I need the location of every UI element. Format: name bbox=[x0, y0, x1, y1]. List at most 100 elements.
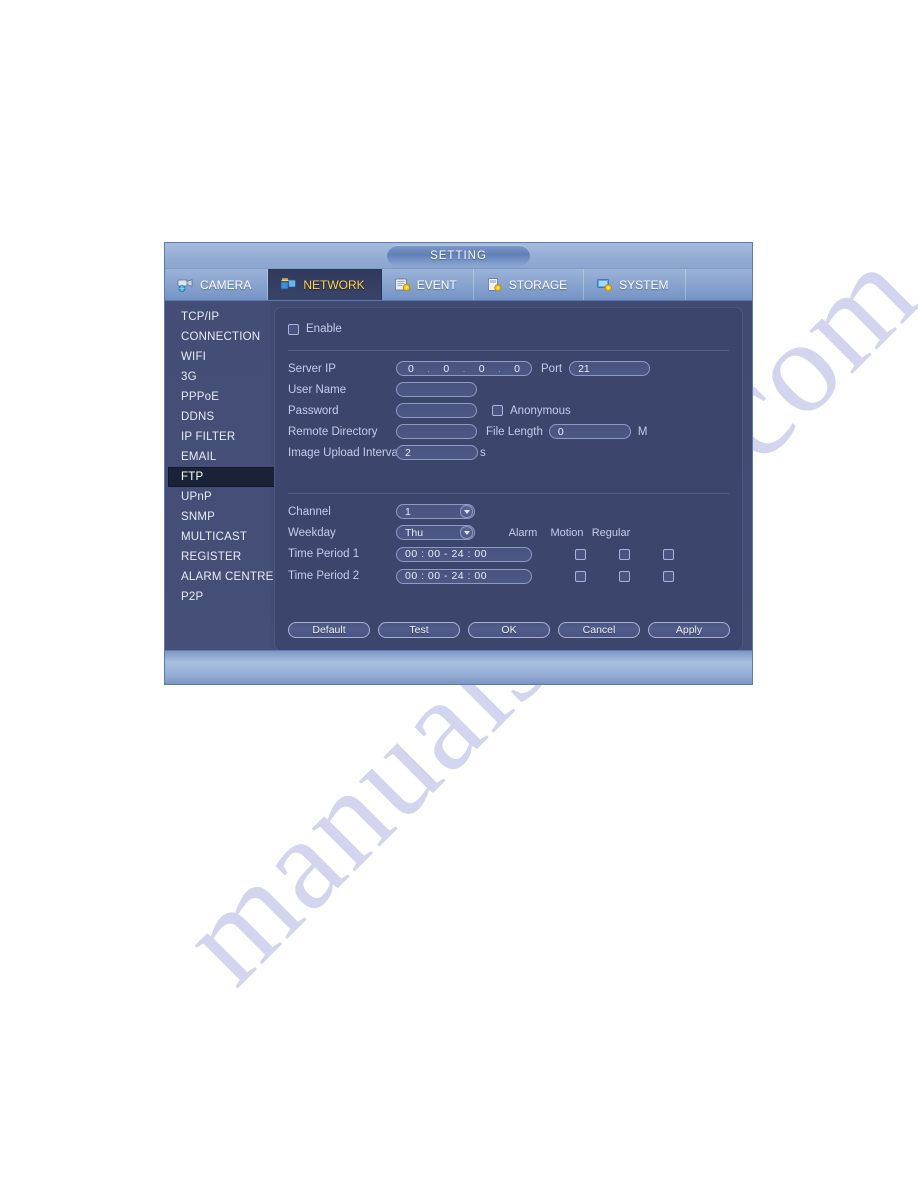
time-period-2-row: Time Period 2 00 : 00 - 24 : 00 bbox=[288, 565, 729, 587]
password-input[interactable] bbox=[396, 403, 477, 418]
sidebar-item-connection[interactable]: CONNECTION bbox=[165, 327, 271, 347]
column-header-alarm: Alarm bbox=[508, 526, 538, 539]
sidebar-item-ftp[interactable]: FTP bbox=[168, 467, 281, 487]
channel-select-value: 1 bbox=[405, 505, 411, 518]
sidebar-item-p2p[interactable]: P2P bbox=[165, 587, 271, 607]
setting-dialog: SETTING CAMERA NETWORK EVENT STORAGE SYS… bbox=[165, 243, 752, 684]
divider-middle bbox=[288, 493, 729, 494]
anonymous-label: Anonymous bbox=[510, 404, 571, 417]
time-period-1-motion-checkbox[interactable] bbox=[618, 548, 630, 560]
tab-storage[interactable]: STORAGE bbox=[474, 269, 585, 300]
tab-system-label: SYSTEM bbox=[619, 277, 669, 292]
time-period-2-alarm-checkbox[interactable] bbox=[574, 570, 586, 582]
server-ip-octet-3: 0 bbox=[478, 362, 485, 375]
time-period-1-label: Time Period 1 bbox=[288, 548, 360, 560]
ok-button[interactable]: OK bbox=[468, 622, 550, 638]
user-name-row: User Name bbox=[288, 379, 729, 400]
remote-directory-label: Remote Directory bbox=[288, 425, 378, 438]
anonymous-checkbox[interactable] bbox=[492, 405, 503, 416]
divider-top bbox=[288, 350, 729, 351]
dialog-titlebar: SETTING bbox=[165, 243, 752, 269]
sidebar-item-pppoe[interactable]: PPPoE bbox=[165, 387, 271, 407]
time-period-1-alarm-checkbox[interactable] bbox=[574, 548, 586, 560]
sidebar-item-3g[interactable]: 3G bbox=[165, 367, 271, 387]
remote-directory-input[interactable] bbox=[396, 424, 477, 439]
main-tabbar: CAMERA NETWORK EVENT STORAGE SYSTEM bbox=[165, 269, 752, 301]
sidebar-item-ddns[interactable]: DDNS bbox=[165, 407, 271, 427]
sidebar-item-email[interactable]: EMAIL bbox=[165, 447, 271, 467]
image-upload-interval-input[interactable]: 2 bbox=[396, 445, 478, 460]
time-period-2-input[interactable]: 00 : 00 - 24 : 00 bbox=[396, 568, 532, 584]
weekday-label: Weekday bbox=[288, 526, 336, 539]
ftp-settings-panel: Enable Server IP 0 . 0 . 0 . 0 Port 21 U… bbox=[274, 307, 743, 651]
time-period-1-regular-checkbox[interactable] bbox=[662, 548, 674, 560]
channel-label: Channel bbox=[288, 505, 331, 518]
weekday-select[interactable]: Thu bbox=[396, 525, 475, 540]
tab-system[interactable]: SYSTEM bbox=[584, 269, 686, 300]
event-icon bbox=[394, 277, 411, 292]
time-period-1-regular-cell bbox=[646, 548, 690, 560]
time-period-1-alarm-cell bbox=[558, 548, 602, 560]
port-input[interactable]: 21 bbox=[569, 361, 651, 376]
dialog-footer bbox=[165, 650, 752, 684]
server-ip-row: Server IP 0 . 0 . 0 . 0 Port 21 bbox=[288, 358, 729, 379]
ip-dot-2: . bbox=[462, 363, 466, 374]
password-row: Password Anonymous bbox=[288, 400, 729, 421]
server-ip-input[interactable]: 0 . 0 . 0 . 0 bbox=[396, 361, 532, 376]
ip-dot-3: . bbox=[498, 363, 501, 374]
tab-network-label: NETWORK bbox=[303, 277, 365, 292]
sidebar-item-upnp[interactable]: UPnP bbox=[165, 487, 271, 507]
sidebar-item-wifi[interactable]: WIFI bbox=[165, 347, 271, 367]
cancel-button[interactable]: Cancel bbox=[558, 622, 640, 638]
tab-network[interactable]: NETWORK bbox=[268, 269, 382, 300]
user-name-input[interactable] bbox=[396, 382, 477, 397]
column-header-motion: Motion bbox=[550, 526, 584, 539]
ip-dot-1: . bbox=[427, 363, 430, 374]
time-period-2-alarm-cell bbox=[558, 570, 602, 582]
remote-directory-row: Remote Directory File Length 0 M bbox=[288, 421, 729, 442]
tab-camera-label: CAMERA bbox=[200, 277, 252, 292]
network-icon bbox=[280, 277, 297, 292]
tab-event[interactable]: EVENT bbox=[382, 269, 474, 300]
weekday-row: Weekday Thu Alarm Motion Regular bbox=[288, 522, 729, 543]
apply-button[interactable]: Apply bbox=[648, 622, 730, 638]
file-length-input[interactable]: 0 bbox=[548, 424, 631, 439]
test-button[interactable]: Test bbox=[378, 622, 460, 638]
sidebar-item-tcpip[interactable]: TCP/IP bbox=[165, 307, 271, 327]
time-period-2-regular-checkbox[interactable] bbox=[662, 570, 674, 582]
time-period-2-motion-checkbox[interactable] bbox=[618, 570, 630, 582]
time-period-1-input[interactable]: 00 : 00 - 24 : 00 bbox=[396, 546, 532, 562]
sidebar-item-multicast[interactable]: MULTICAST bbox=[165, 527, 271, 547]
sidebar-item-register[interactable]: REGISTER bbox=[165, 547, 271, 567]
tab-camera[interactable]: CAMERA bbox=[165, 269, 269, 300]
server-ip-octet-1: 0 bbox=[408, 362, 414, 375]
server-ip-octet-4: 0 bbox=[514, 362, 520, 375]
system-icon bbox=[596, 277, 613, 292]
time-period-2-regular-cell bbox=[646, 570, 690, 582]
time-period-1-checkboxes bbox=[558, 548, 690, 560]
time-period-1-motion-cell bbox=[602, 548, 646, 560]
image-upload-interval-row: Image Upload Interval 2 s bbox=[288, 442, 729, 463]
storage-icon bbox=[486, 277, 503, 292]
image-upload-interval-label: Image Upload Interval bbox=[288, 446, 401, 459]
sidebar-item-snmp[interactable]: SNMP bbox=[165, 507, 271, 527]
content-wrap: Enable Server IP 0 . 0 . 0 . 0 Port 21 U… bbox=[271, 301, 752, 669]
chevron-down-icon[interactable] bbox=[460, 505, 473, 518]
port-label: Port bbox=[541, 362, 563, 375]
user-name-label: User Name bbox=[288, 383, 347, 396]
file-length-label: File Length bbox=[486, 425, 543, 438]
enable-row: Enable bbox=[288, 317, 729, 341]
enable-checkbox[interactable] bbox=[288, 323, 299, 335]
channel-select[interactable]: 1 bbox=[396, 504, 475, 519]
window-title: SETTING bbox=[387, 245, 530, 266]
chevron-down-icon[interactable] bbox=[460, 526, 473, 539]
tab-event-label: EVENT bbox=[416, 277, 457, 292]
sidebar-item-ip-filter[interactable]: IP FILTER bbox=[165, 427, 271, 447]
image-upload-interval-unit: s bbox=[480, 446, 486, 459]
server-ip-octet-2: 0 bbox=[443, 362, 450, 375]
panel-button-row: Default Test OK Cancel Apply bbox=[288, 622, 730, 638]
default-button[interactable]: Default bbox=[288, 622, 370, 638]
time-period-1-row: Time Period 1 00 : 00 - 24 : 00 bbox=[288, 543, 729, 565]
time-period-2-checkboxes bbox=[558, 570, 690, 582]
sidebar-item-alarm-centre[interactable]: ALARM CENTRE bbox=[165, 567, 273, 587]
